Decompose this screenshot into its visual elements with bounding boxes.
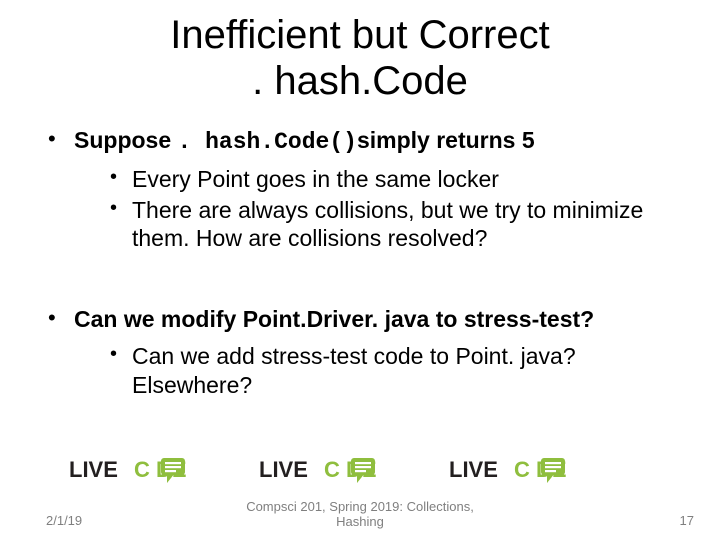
slide-body: Suppose . hash.Code()simply returns 5 Ev… — [0, 126, 720, 399]
bullet-1: Suppose . hash.Code()simply returns 5 Ev… — [48, 126, 690, 253]
logo-row: LIVE C DE LIVE C DE LIVE C DE — [66, 454, 630, 484]
title-line-2: . hash.Code — [252, 59, 468, 103]
logo-live-text: LIVE — [259, 457, 308, 482]
livecode-logo: LIVE C DE — [256, 454, 440, 484]
title-line-1: Inefficient but Correct — [170, 13, 549, 57]
slide-title: Inefficient but Correct . hash.Code — [0, 0, 720, 126]
bullet-1-sub-2: There are always collisions, but we try … — [110, 196, 690, 254]
bullet-1-prefix: Suppose — [74, 127, 178, 153]
footer-course: Compsci 201, Spring 2019: Collections,Ha… — [0, 500, 720, 530]
bullet-2: Can we modify Point.Driver. java to stre… — [48, 305, 690, 399]
livecode-logo: LIVE C DE — [446, 454, 630, 484]
bullet-1-suffix: simply returns 5 — [357, 127, 535, 153]
logo-live-text: LIVE — [69, 457, 118, 482]
footer-page-number: 17 — [680, 513, 694, 528]
bullet-1-code: . hash.Code() — [178, 129, 357, 155]
livecode-logo: LIVE C DE — [66, 454, 250, 484]
bullet-1-sub-1: Every Point goes in the same locker — [110, 165, 690, 194]
logo-live-text: LIVE — [449, 457, 498, 482]
bullet-2-text: Can we modify Point.Driver. java to stre… — [74, 306, 594, 332]
bullet-2-sub-1: Can we add stress-test code to Point. ja… — [110, 342, 690, 400]
